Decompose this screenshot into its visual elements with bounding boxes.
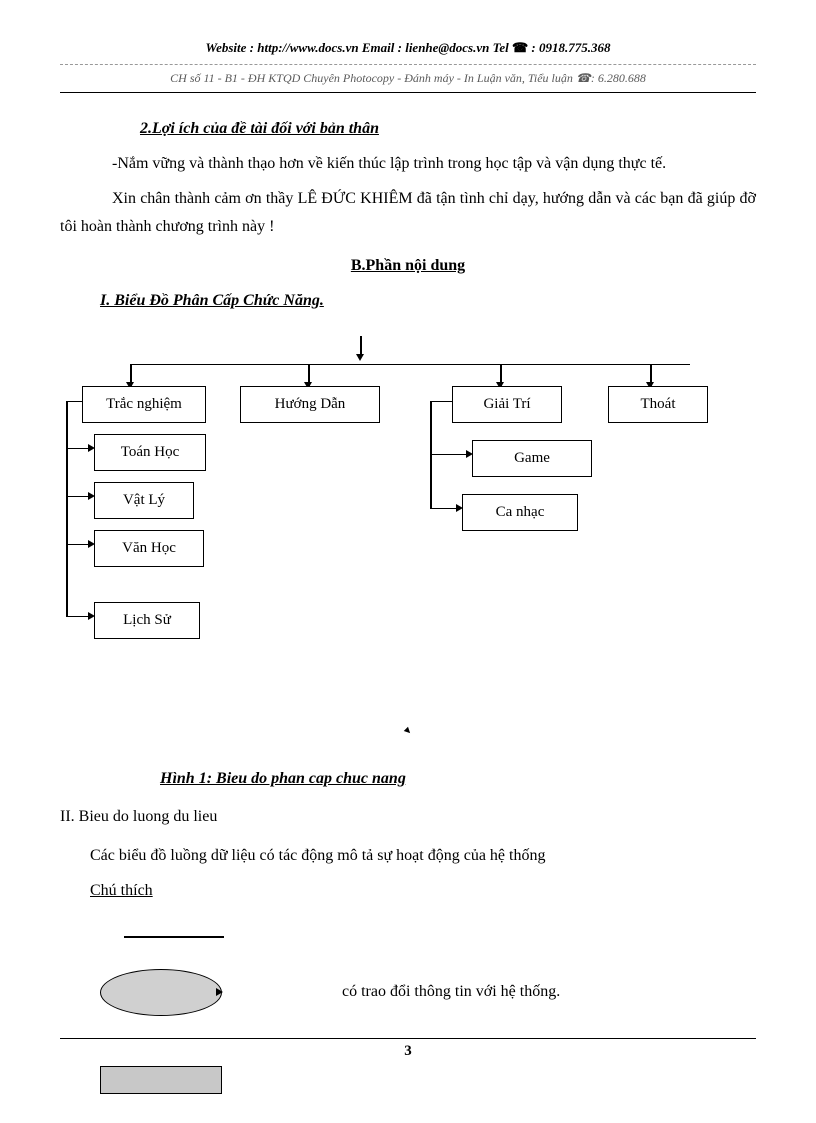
legend-text: có trao đổi thông tin với hệ thống. bbox=[342, 978, 560, 1007]
document-page: Website : http://www.docs.vn Email : lie… bbox=[0, 0, 816, 1123]
small-arrow-divider bbox=[60, 716, 756, 745]
tel-value: : 0918.775.368 bbox=[531, 40, 610, 55]
connector bbox=[66, 496, 90, 498]
box-thoat: Thoát bbox=[608, 386, 708, 423]
arrow-down-icon bbox=[356, 354, 364, 361]
legend-line-row bbox=[100, 912, 756, 962]
legend-line-symbol bbox=[124, 936, 224, 938]
page-number: 3 bbox=[60, 1043, 756, 1060]
paragraph-3: Các biểu đồ luồng dữ liệu có tác động mô… bbox=[90, 842, 756, 871]
email-label: Email bbox=[362, 40, 395, 55]
connector bbox=[430, 508, 458, 510]
connector bbox=[66, 401, 82, 403]
legend-ellipse-symbol bbox=[100, 969, 222, 1016]
legend-title: Chú thích bbox=[90, 877, 756, 906]
connector bbox=[360, 336, 362, 356]
phone-icon: ☎ bbox=[512, 40, 528, 55]
box-giai-tri: Giải Trí bbox=[452, 386, 562, 423]
box-game: Game bbox=[472, 440, 592, 477]
box-toan-hoc: Toán Học bbox=[94, 434, 206, 471]
legend-rect-symbol bbox=[100, 1066, 222, 1094]
divider-solid bbox=[60, 92, 756, 93]
section-i-title: I. Biểu Đồ Phân Cấp Chức Năng. bbox=[100, 287, 756, 316]
connector bbox=[130, 364, 690, 366]
sub-header: CH số 11 - B1 - ĐH KTQD Chuyên Photocopy… bbox=[60, 71, 756, 86]
body: 2.Lợi ích của đề tài đối với bản thân -N… bbox=[60, 115, 756, 1018]
paragraph-2: Xin chân thành cảm ơn thầy LÊ ĐỨC KHIÊM … bbox=[60, 185, 756, 243]
figure-1-caption: Hình 1: Bieu do phan cap chuc nang bbox=[160, 765, 756, 794]
website-value: : http://www.docs.vn bbox=[246, 40, 361, 55]
paragraph-1: -Nắm vững và thành thạo hơn về kiến thúc… bbox=[60, 150, 756, 179]
box-vat-ly: Vật Lý bbox=[94, 482, 194, 519]
connector bbox=[66, 401, 68, 616]
connector bbox=[430, 454, 468, 456]
footer-divider bbox=[60, 1038, 756, 1039]
connector bbox=[430, 401, 452, 403]
website-label: Website bbox=[205, 40, 246, 55]
connector bbox=[66, 544, 90, 546]
hierarchy-diagram: Trắc nghiệm Hướng Dẫn Giải Trí Thoát Toá… bbox=[60, 336, 756, 656]
connector bbox=[66, 616, 90, 618]
header-line: Website : http://www.docs.vn Email : lie… bbox=[60, 40, 756, 56]
box-trac-nghiem: Trắc nghiệm bbox=[82, 386, 206, 423]
divider-dashed bbox=[60, 64, 756, 65]
box-van-hoc: Văn Học bbox=[94, 530, 204, 567]
box-lich-su: Lịch Sử bbox=[94, 602, 200, 639]
part-b-title: B.Phần nội dung bbox=[60, 252, 756, 281]
section-ii-title: II. Bieu do luong du lieu bbox=[60, 803, 756, 832]
section-2-title: 2.Lợi ích của đề tài đối với bản thân bbox=[140, 115, 756, 144]
legend-ellipse-row: có trao đổi thông tin với hệ thống. bbox=[100, 968, 756, 1018]
connector bbox=[66, 448, 90, 450]
box-ca-nhac: Ca nhạc bbox=[462, 494, 578, 531]
email-value: : lienhe@docs.vn bbox=[394, 40, 492, 55]
box-huong-dan: Hướng Dẫn bbox=[240, 386, 380, 423]
tel-label: Tel bbox=[493, 40, 512, 55]
